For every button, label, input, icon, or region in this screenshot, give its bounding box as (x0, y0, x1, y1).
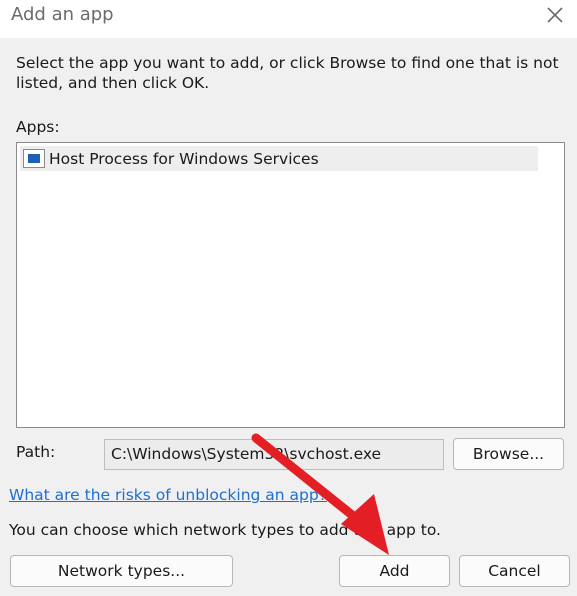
browse-button[interactable]: Browse... (453, 438, 564, 470)
apps-label: Apps: (16, 118, 60, 136)
close-icon[interactable] (544, 4, 566, 26)
risks-link[interactable]: What are the risks of unblocking an app? (9, 486, 327, 504)
network-types-note: You can choose which network types to ad… (9, 521, 441, 539)
network-types-button[interactable]: Network types... (10, 555, 233, 587)
app-name: Host Process for Windows Services (49, 149, 319, 168)
list-item[interactable]: Host Process for Windows Services (20, 146, 538, 171)
title-bar: Add an app (0, 0, 577, 38)
app-window-icon (23, 149, 45, 168)
window-title: Add an app (11, 4, 114, 25)
apps-list[interactable]: Host Process for Windows Services (16, 142, 565, 428)
cancel-button[interactable]: Cancel (459, 555, 570, 587)
path-field[interactable]: C:\Windows\System32\svchost.exe (104, 439, 444, 470)
add-button[interactable]: Add (339, 555, 450, 587)
path-label: Path: (16, 443, 56, 461)
instructions-text: Select the app you want to add, or click… (16, 54, 559, 92)
